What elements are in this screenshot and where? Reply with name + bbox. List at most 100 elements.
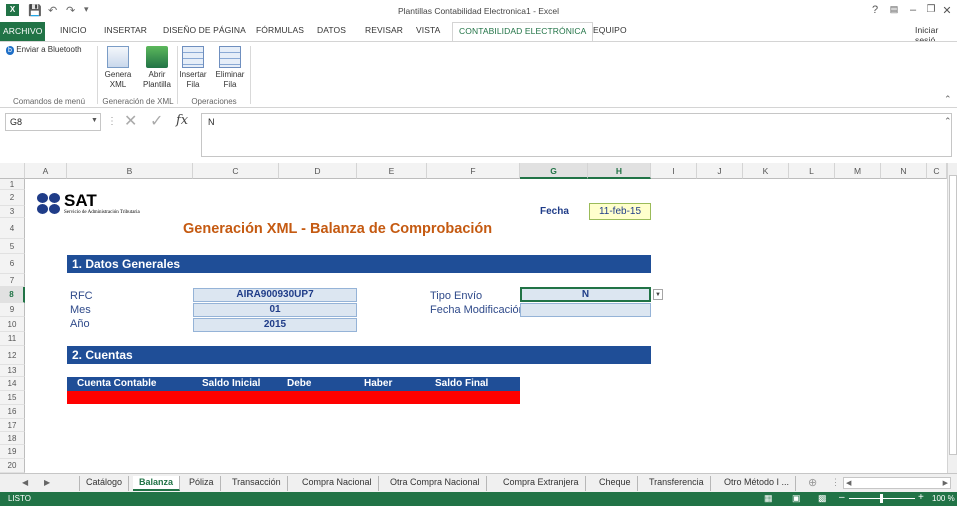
genera-xml-button[interactable]: Genera XML bbox=[103, 46, 133, 90]
column-header-m[interactable]: M bbox=[835, 163, 881, 179]
row-header-1[interactable]: 1 bbox=[0, 179, 25, 190]
minimize-button[interactable]: – bbox=[906, 4, 920, 16]
sheet-tab-cheque[interactable]: Cheque bbox=[593, 476, 638, 491]
sheet-tab-catalogo[interactable]: Catálogo bbox=[79, 476, 130, 491]
help-button[interactable]: ? bbox=[868, 4, 882, 16]
row-header-9[interactable]: 9 bbox=[0, 303, 25, 317]
scroll-tabs-left-icon[interactable]: ◀ bbox=[22, 478, 28, 487]
tab-contabilidad-electronica[interactable]: CONTABILIDAD ELECTRÓNICA bbox=[452, 22, 594, 42]
tab-formulas[interactable]: FÓRMULAS bbox=[256, 25, 304, 35]
row-header-12[interactable]: 12 bbox=[0, 346, 25, 365]
cuentas-table-row[interactable] bbox=[67, 391, 520, 404]
tab-archivo[interactable]: ARCHIVO bbox=[0, 22, 46, 41]
tab-insertar[interactable]: INSERTAR bbox=[104, 25, 147, 35]
row-header-13[interactable]: 13 bbox=[0, 365, 25, 377]
column-header-o[interactable]: C bbox=[927, 163, 947, 179]
sheet-tab-compra-extranjera[interactable]: Compra Extranjera bbox=[497, 476, 586, 491]
mes-input[interactable]: 01 bbox=[193, 303, 357, 317]
sheet-tab-poliza[interactable]: Póliza bbox=[183, 476, 221, 491]
row-header-17[interactable]: 17 bbox=[0, 419, 25, 432]
row-header-11[interactable]: 11 bbox=[0, 332, 25, 346]
column-header-l[interactable]: L bbox=[789, 163, 835, 179]
row-header-4[interactable]: 4 bbox=[0, 218, 25, 239]
row-header-3[interactable]: 3 bbox=[0, 206, 25, 218]
new-sheet-icon[interactable]: ⊕ bbox=[808, 476, 817, 489]
column-header-a[interactable]: A bbox=[25, 163, 67, 179]
column-header-b[interactable]: B bbox=[67, 163, 193, 179]
rfc-input[interactable]: AIRA900930UP7 bbox=[193, 288, 357, 302]
tipo-envio-input[interactable]: N bbox=[520, 287, 651, 302]
insertar-fila-button[interactable]: Insertar Fila bbox=[178, 46, 208, 90]
tab-inicio[interactable]: INICIO bbox=[60, 25, 87, 35]
row-header-10[interactable]: 10 bbox=[0, 317, 25, 332]
ribbon-display-options-icon[interactable]: ▤ bbox=[887, 4, 901, 15]
vertical-scrollbar[interactable] bbox=[947, 163, 957, 473]
bluetooth-button[interactable]: b Enviar a Bluetooth bbox=[6, 45, 82, 55]
worksheet-grid[interactable]: A B C D E F G H I J K L M N C 1 2 3 4 5 … bbox=[0, 163, 957, 473]
column-header-i[interactable]: I bbox=[651, 163, 697, 179]
insert-function-icon[interactable]: fx bbox=[176, 113, 188, 128]
enter-icon[interactable]: ✓ bbox=[150, 111, 163, 131]
tipo-envio-dropdown-icon[interactable]: ▼ bbox=[653, 289, 663, 300]
page-break-view-icon[interactable]: ▩ bbox=[818, 493, 827, 504]
row-header-16[interactable]: 16 bbox=[0, 405, 25, 419]
row-header-7[interactable]: 7 bbox=[0, 274, 25, 287]
zoom-level[interactable]: 100 % bbox=[932, 494, 955, 503]
row-header-19[interactable]: 19 bbox=[0, 445, 25, 459]
eliminar-fila-button[interactable]: Eliminar Fila bbox=[213, 46, 247, 90]
column-header-h[interactable]: H bbox=[588, 163, 651, 179]
row-header-18[interactable]: 18 bbox=[0, 432, 25, 445]
column-header-f[interactable]: F bbox=[427, 163, 520, 179]
scroll-left-arrow-icon[interactable]: ◀ bbox=[846, 479, 851, 487]
tabs-split-handle[interactable]: ⋮ bbox=[831, 477, 840, 488]
cancel-icon[interactable]: ✕ bbox=[124, 111, 137, 131]
tab-datos[interactable]: DATOS bbox=[317, 25, 346, 35]
restore-button[interactable]: ❐ bbox=[924, 4, 938, 15]
tab-equipo[interactable]: EQUIPO bbox=[593, 25, 627, 35]
fecha-value[interactable]: 11-feb-15 bbox=[589, 203, 651, 220]
tab-vista[interactable]: VISTA bbox=[416, 25, 440, 35]
select-all-corner[interactable] bbox=[0, 163, 25, 179]
row-header-15[interactable]: 15 bbox=[0, 391, 25, 405]
row-header-6[interactable]: 6 bbox=[0, 254, 25, 274]
column-header-n[interactable]: N bbox=[881, 163, 927, 179]
row-header-8[interactable]: 8 bbox=[0, 287, 25, 303]
formula-input[interactable]: N bbox=[201, 113, 952, 157]
sheet-tab-compra-nacional[interactable]: Compra Nacional bbox=[296, 476, 379, 491]
row-header-20[interactable]: 20 bbox=[0, 459, 25, 473]
name-box-dropdown-icon[interactable]: ▼ bbox=[91, 117, 98, 124]
horizontal-scrollbar[interactable]: ◀ ▶ bbox=[843, 477, 951, 489]
zoom-out-icon[interactable]: – bbox=[839, 492, 845, 503]
page-layout-view-icon[interactable]: ▣ bbox=[792, 493, 801, 504]
scroll-thumb[interactable] bbox=[949, 175, 957, 455]
column-header-c[interactable]: C bbox=[193, 163, 279, 179]
zoom-in-icon[interactable]: + bbox=[918, 492, 924, 503]
row-header-5[interactable]: 5 bbox=[0, 239, 25, 254]
column-header-k[interactable]: K bbox=[743, 163, 789, 179]
tab-diseno-pagina[interactable]: DISEÑO DE PÁGINA bbox=[163, 25, 246, 35]
expand-formula-icon[interactable]: ⌃ bbox=[944, 116, 952, 127]
name-box[interactable]: G8 bbox=[5, 113, 101, 131]
sheet-tab-otra-compra-nacional[interactable]: Otra Compra Nacional bbox=[384, 476, 487, 491]
zoom-slider[interactable] bbox=[849, 494, 915, 503]
row-header-14[interactable]: 14 bbox=[0, 377, 25, 391]
column-header-g[interactable]: G bbox=[520, 163, 588, 179]
sheet-tab-balanza[interactable]: Balanza bbox=[133, 476, 181, 491]
sheet-tab-transaccion[interactable]: Transacción bbox=[226, 476, 288, 491]
abrir-plantilla-button[interactable]: Abrir Plantilla bbox=[139, 46, 175, 90]
sheet-tab-transferencia[interactable]: Transferencia bbox=[643, 476, 711, 491]
close-button[interactable]: ✕ bbox=[940, 4, 954, 17]
sheet-tab-otro-metodo[interactable]: Otro Método I ... bbox=[718, 476, 797, 491]
fecha-modificacion-input[interactable] bbox=[520, 303, 651, 317]
tab-revisar[interactable]: REVISAR bbox=[365, 25, 403, 35]
row-header-2[interactable]: 2 bbox=[0, 190, 25, 206]
column-header-d[interactable]: D bbox=[279, 163, 357, 179]
column-header-e[interactable]: E bbox=[357, 163, 427, 179]
zoom-slider-thumb[interactable] bbox=[880, 494, 883, 503]
scroll-tabs-right-icon[interactable]: ▶ bbox=[44, 478, 50, 487]
column-header-j[interactable]: J bbox=[697, 163, 743, 179]
normal-view-icon[interactable]: ▦ bbox=[764, 493, 773, 504]
collapse-ribbon-icon[interactable]: ⌃ bbox=[944, 94, 952, 105]
anio-input[interactable]: 2015 bbox=[193, 318, 357, 332]
scroll-right-arrow-icon[interactable]: ▶ bbox=[943, 479, 948, 487]
